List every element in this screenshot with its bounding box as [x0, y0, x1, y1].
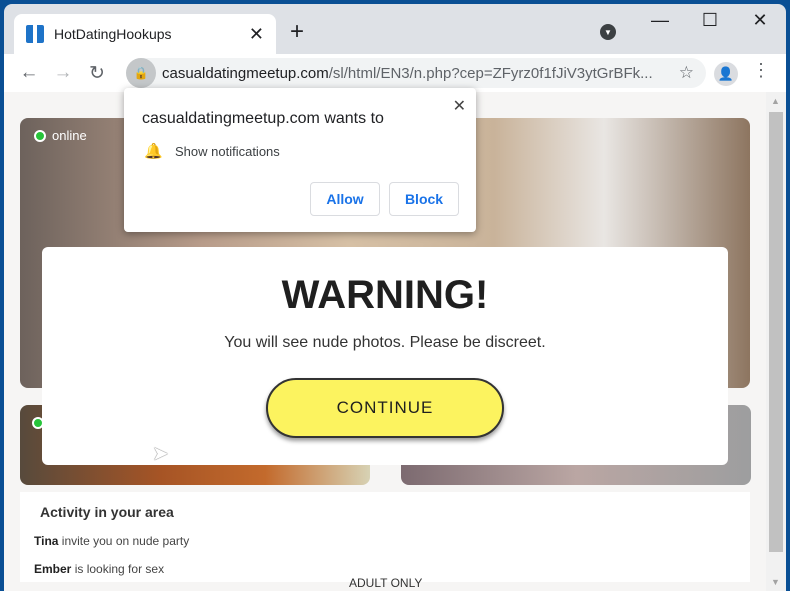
- activity-heading: Activity in your area: [40, 504, 174, 520]
- activity-text: is looking for sex: [71, 562, 165, 576]
- popup-close-icon[interactable]: ✕: [453, 96, 466, 116]
- back-button[interactable]: ←: [12, 62, 46, 84]
- tab-close-icon[interactable]: ✕: [249, 24, 264, 45]
- online-indicator: online: [34, 128, 87, 143]
- browser-window: HotDatingHookups ✕ + ▼ — ☐ ✕ ← → ↻ 🔒 cas…: [4, 4, 786, 591]
- minimize-button[interactable]: —: [640, 10, 680, 31]
- url-domain: casualdatingmeetup.com: [162, 64, 329, 82]
- reload-button[interactable]: ↻: [80, 62, 114, 85]
- warning-title: WARNING!: [281, 273, 489, 317]
- warning-modal: WARNING! You will see nude photos. Pleas…: [42, 247, 728, 465]
- lock-icon[interactable]: 🔒: [126, 58, 156, 88]
- allow-button[interactable]: Allow: [310, 182, 380, 216]
- activity-user-name: Tina: [34, 534, 59, 548]
- address-bar[interactable]: 🔒 casualdatingmeetup.com/sl/html/EN3/n.p…: [126, 58, 706, 88]
- activity-panel: Activity in your area Tina invite you on…: [20, 492, 750, 582]
- profile-avatar-icon[interactable]: 👤: [714, 62, 738, 86]
- popup-title: casualdatingmeetup.com wants to: [142, 110, 384, 127]
- permission-text: Show notifications: [175, 144, 280, 159]
- activity-item: Ember is looking for sex: [34, 562, 750, 576]
- new-tab-button[interactable]: +: [290, 18, 304, 46]
- browser-menu-icon[interactable]: ⋮: [752, 60, 770, 81]
- page-scrollbar[interactable]: ▲ ▼: [766, 92, 786, 591]
- tab-title: HotDatingHookups: [54, 26, 172, 42]
- mouse-cursor-icon: ➤: [152, 443, 169, 465]
- forward-button[interactable]: →: [46, 62, 80, 84]
- scrollbar-thumb[interactable]: [769, 112, 783, 552]
- url-text[interactable]: casualdatingmeetup.com/sl/html/EN3/n.php…: [162, 65, 653, 82]
- activity-user-name: Ember: [34, 562, 72, 576]
- online-label: online: [52, 128, 87, 143]
- activity-item: Tina invite you on nude party: [34, 534, 750, 548]
- browser-toolbar: ← → ↻ 🔒 casualdatingmeetup.com/sl/html/E…: [4, 54, 786, 92]
- maximize-button[interactable]: ☐: [690, 10, 730, 31]
- extension-icon[interactable]: ▼: [600, 24, 616, 40]
- adult-only-label: ADULT ONLY: [349, 576, 423, 590]
- online-dot-icon: [34, 129, 46, 142]
- activity-text: invite you on nude party: [58, 534, 190, 548]
- continue-button[interactable]: CONTINUE: [266, 378, 504, 438]
- close-window-button[interactable]: ✕: [740, 10, 780, 31]
- browser-tab[interactable]: HotDatingHookups ✕: [14, 14, 276, 54]
- notification-permission-popup: casualdatingmeetup.com wants to ✕ 🔔 Show…: [124, 88, 476, 232]
- url-path: /sl/html/EN3/n.php?cep=ZFyrz0f1fJiV3ytGr…: [328, 64, 653, 82]
- site-favicon-icon: [26, 25, 44, 43]
- warning-message: You will see nude photos. Please be disc…: [224, 334, 546, 351]
- scroll-up-icon[interactable]: ▲: [771, 96, 780, 106]
- block-button[interactable]: Block: [389, 182, 459, 216]
- scroll-down-icon[interactable]: ▼: [771, 577, 780, 587]
- bell-icon: 🔔: [144, 143, 163, 160]
- bookmark-star-icon[interactable]: ☆: [679, 63, 694, 83]
